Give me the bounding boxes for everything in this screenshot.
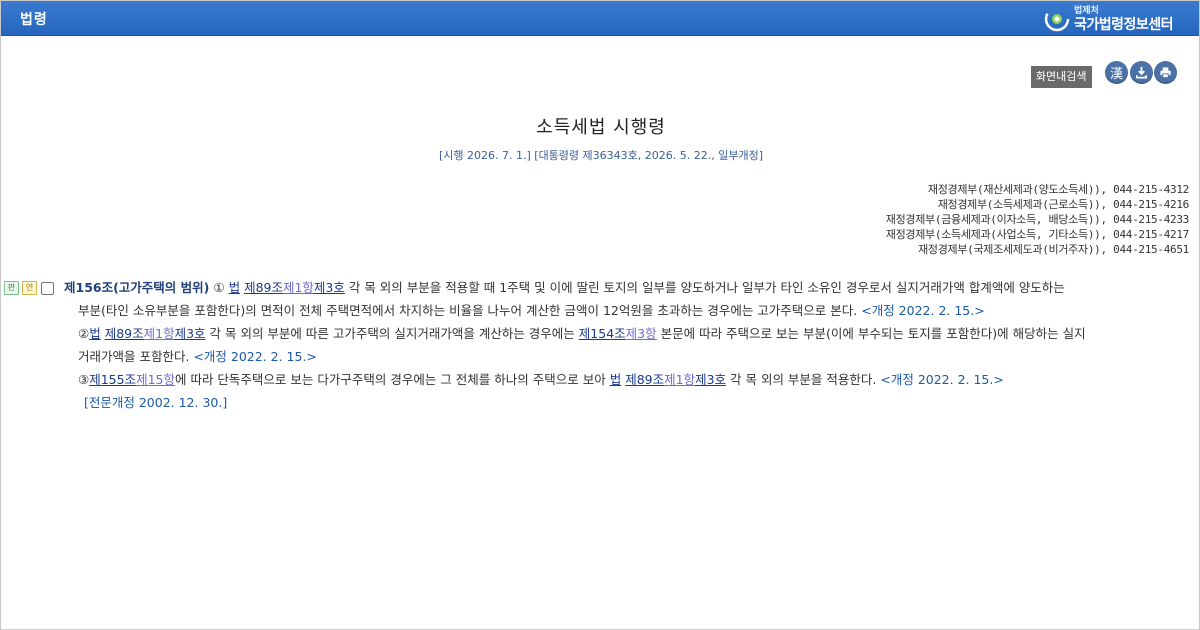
ref-law-link[interactable]: 법 [229, 280, 241, 295]
article-title: 제156조(고가주택의 범위) [64, 280, 210, 295]
brand-swirl-icon [1044, 6, 1070, 32]
hanja-icon: 漢 [1109, 66, 1123, 82]
ref-jo: 제155조 [89, 372, 137, 387]
brand-logo-link[interactable]: 법제처 국가법령정보센터 [1044, 4, 1174, 34]
contact-line: 재정경제부(소득세제과(근로소득)), 044-215-4216 [937, 198, 1190, 211]
amendment-note: <개정 2022. 2. 15.> [880, 372, 1004, 387]
ref-ho: 제3호 [174, 326, 206, 341]
paragraph-text: 본문에 따라 주택으로 보는 부분(이에 부수되는 토지를 포함한다)에 해당하… [660, 326, 1086, 341]
ref-jo: 제89조 [625, 372, 665, 387]
paragraph-text: 각 목 외의 부분을 적용한다. [730, 372, 877, 387]
ref-hang: 제15항 [136, 372, 175, 387]
download-button[interactable] [1129, 60, 1153, 84]
download-icon [1135, 66, 1147, 78]
ref-law-link[interactable]: 법 [89, 326, 101, 341]
brand-sub-label: 법제처 [1073, 5, 1099, 16]
ref-hang: 제3항 [625, 326, 657, 341]
ref-hang: 제1항 [143, 326, 175, 341]
paragraph-text: 각 목 외의 부분에 따른 고가주택의 실지거래가액을 계산하는 경우에는 [209, 326, 575, 341]
paragraph-2: ②법 제89조제1항제3호 각 목 외의 부분에 따른 고가주택의 실지거래가액… [4, 322, 1194, 368]
toolbar: 화면내검색 漢 [1030, 56, 1177, 88]
find-in-page-button[interactable]: 화면내검색 [1030, 66, 1092, 88]
contact-line: 재정경제부(국제조세제도과(비거주자)), 044-215-4651 [918, 243, 1189, 256]
ref-ho: 제3호 [313, 280, 345, 295]
ref-article-link[interactable]: 제155조제15항 [89, 372, 175, 387]
paragraph-number: ③ [78, 372, 90, 387]
ref-article-link[interactable]: 제89조제1항제3호 [105, 326, 206, 341]
ministry-contacts: 재정경제부(재산세제과(양도소득세)), 044-215-4312 재정경제부(… [885, 182, 1190, 257]
ref-article-link[interactable]: 제89조제1항제3호 [625, 372, 726, 387]
article-156: 판 연 제156조(고가주택의 범위) ① 법 제89조제1항제3호 각 목 외… [4, 276, 1194, 414]
contact-line: 재정경제부(재산세제과(양도소득세)), 044-215-4312 [927, 183, 1189, 196]
full-amendment-note: [전문개정 2002. 12. 30.] [84, 395, 228, 410]
law-title: 소득세법 시행령 [536, 117, 666, 138]
article-controls: 판 연 [4, 281, 54, 295]
paragraph-1: 판 연 제156조(고가주택의 범위) ① 법 제89조제1항제3호 각 목 외… [4, 276, 1194, 322]
amendment-note: <개정 2022. 2. 15.> [861, 303, 985, 318]
paragraph-text: 각 목 외의 부분을 적용할 때 1주택 및 이에 딸린 토지의 일부를 양도하… [348, 280, 1065, 295]
ref-jo: 제154조 [578, 326, 626, 341]
brand-main-label: 국가법령정보센터 [1073, 16, 1174, 33]
ref-hang: 제1항 [664, 372, 696, 387]
top-bar: 법령 법제처 국가법령정보센터 [1, 1, 1199, 36]
paragraph-3: ③제155조제15항에 따라 단독주택으로 보는 다가구주택의 경우에는 그 전… [4, 368, 1194, 391]
paragraph-number: ① [213, 280, 225, 295]
print-button[interactable] [1154, 60, 1177, 84]
article-checkbox[interactable] [41, 281, 54, 295]
contact-line: 재정경제부(소득세제과(사업소득, 기타소득)), 044-215-4217 [885, 228, 1190, 241]
ref-article-link[interactable]: 제154조제3항 [579, 326, 657, 341]
amendment-note: <개정 2022. 2. 15.> [193, 349, 317, 364]
paragraph-number: ② [78, 326, 90, 341]
history-badge[interactable]: 연 [22, 281, 37, 295]
ref-article-link[interactable]: 제89조제1항제3호 [244, 280, 345, 295]
contact-line: 재정경제부(금융세제과(이자소득, 배당소득)), 044-215-4233 [885, 213, 1190, 226]
precedent-badge[interactable]: 판 [4, 281, 19, 295]
ref-jo: 제89조 [104, 326, 144, 341]
ref-jo: 제89조 [244, 280, 283, 295]
ref-hang: 제1항 [282, 280, 314, 295]
print-icon [1160, 66, 1171, 78]
ref-law-link[interactable]: 법 [610, 372, 622, 387]
paragraph-text: 거래가액을 포함한다. [78, 349, 190, 364]
law-enforcement-info: [시행 2026. 7. 1.] [대통령령 제36343호, 2026. 5.… [438, 149, 764, 162]
hanja-toggle-button[interactable]: 漢 [1105, 60, 1128, 84]
paragraph-text: 부분(타인 소유부분을 포함한다)의 면적이 전체 주택면적에서 차지하는 비율… [78, 303, 858, 318]
paragraph-text: 에 따라 단독주택으로 보는 다가구주택의 경우에는 그 전체를 하나의 주택으… [174, 372, 606, 387]
ref-ho: 제3호 [695, 372, 727, 387]
page-category-title: 법령 [20, 12, 48, 28]
